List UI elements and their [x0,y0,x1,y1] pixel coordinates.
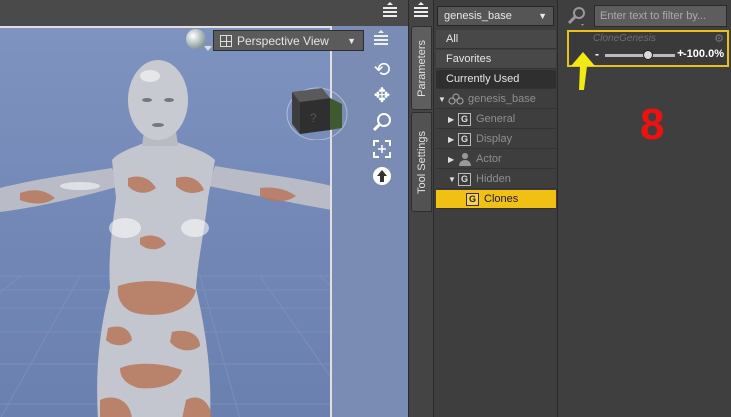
draw-style-sphere-icon[interactable] [186,29,212,51]
chevron-down-icon: ▼ [347,35,356,46]
scene-render [0,60,330,417]
viewport-panel: Perspective View ▼ ? ⟲ ✥ [0,0,408,417]
viewport-menu-icon[interactable] [374,30,388,45]
group-icon: G [458,172,471,186]
slider-knob[interactable] [643,50,654,60]
tree-item-all[interactable]: All [436,30,556,49]
tree-item-figure[interactable]: ▼ genesis_base [436,90,556,109]
actor-icon [459,153,471,166]
collapse-triangle-icon[interactable]: ▶ [448,115,458,124]
tree-item-currently-used[interactable]: Currently Used [436,70,556,89]
tree-item-hidden[interactable]: ▼ G Hidden [436,170,556,189]
tree-item-display[interactable]: ▶ G Display [436,130,556,149]
node-selector-label: genesis_base [444,10,512,22]
tree-item-general[interactable]: ▶ G General [436,110,556,129]
group-icon: G [458,112,471,126]
search-icon[interactable] [567,6,587,26]
tab-tool-settings-label: Tool Settings [415,130,428,194]
view-cube-icon[interactable]: ? [286,84,348,140]
parameter-value[interactable]: -100.0% [683,48,724,60]
tree-item-label: genesis_base [468,93,536,105]
tree-item-label: Actor [476,153,502,165]
tab-parameters[interactable]: Parameters [411,26,432,110]
filter-input[interactable] [594,5,727,27]
svg-text:?: ? [310,111,317,125]
tree-item-label: All [446,33,459,45]
tree-item-label: Clones [484,193,519,205]
view-selector[interactable]: Perspective View ▼ [213,30,364,51]
tree-item-label: Currently Used [446,73,520,85]
tab-tool-settings[interactable]: Tool Settings [411,112,432,212]
side-tab-strip: Parameters Tool Settings [408,0,433,417]
gear-icon[interactable]: ⚙ [714,32,724,45]
reset-view-icon[interactable] [370,164,394,188]
tree-item-clones[interactable]: G Clones [436,190,556,209]
tree-item-label: Favorites [446,53,492,65]
parameter-groups-panel: genesis_base ▼ All Favorites Currently U… [433,0,557,417]
view-selector-label: Perspective View [237,33,329,48]
pan-icon[interactable]: ✥ [370,84,394,108]
node-selector[interactable]: genesis_base ▼ [437,6,554,26]
frame-icon[interactable] [370,137,394,161]
figure-node-icon [448,93,464,105]
slider-track[interactable] [605,50,675,60]
expand-triangle-icon[interactable]: ▼ [448,175,458,184]
group-icon: G [458,132,471,146]
annotation-number: 8 [640,100,665,149]
tree-item-label: Display [476,133,513,145]
chevron-down-icon: ▼ [538,11,547,21]
collapse-triangle-icon[interactable]: ▶ [448,135,458,144]
annotation-arrow-icon [571,52,595,90]
tree-item-label: Hidden [476,173,511,185]
parameter-name: CloneGenesis [593,33,656,44]
collapse-triangle-icon[interactable]: ▶ [448,155,458,164]
zoom-icon[interactable] [370,110,394,134]
tree-item-favorites[interactable]: Favorites [436,50,556,69]
tabs-menu-icon[interactable] [414,2,428,17]
parameter-list-panel: CloneGenesis ⚙ - + -100.0% 8 [557,0,731,417]
orbit-icon[interactable]: ⟲ [370,58,394,82]
tab-parameters-label: Parameters [415,39,428,97]
panel-menu-icon[interactable] [383,2,397,17]
3d-viewport[interactable] [0,26,332,417]
viewport-top-bar [0,0,408,24]
group-icon: G [466,192,479,206]
view-grid-icon [220,34,232,47]
tree-item-actor[interactable]: ▶ Actor [436,150,556,169]
expand-triangle-icon[interactable]: ▼ [438,95,448,104]
tree-item-label: General [476,113,516,125]
